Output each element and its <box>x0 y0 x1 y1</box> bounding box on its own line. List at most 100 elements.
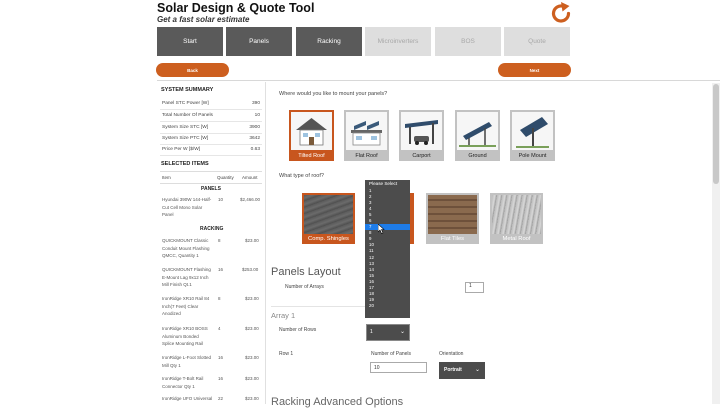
rows-label: Number of Rows <box>279 327 317 333</box>
rows-select[interactable]: 1 ⌄ <box>366 324 410 341</box>
column-header-quantity: Quantity <box>217 175 234 180</box>
ground-mount-icon <box>457 112 498 150</box>
item-quantity: 10 <box>218 197 224 202</box>
panels-count-label: Number of Panels <box>371 351 412 357</box>
roof-option-label: Comp. Shingles <box>308 236 349 242</box>
arrays-input[interactable]: 1 <box>465 282 484 293</box>
item-line: IronRidge XR10 BOSS <box>162 326 208 331</box>
summary-label: Total Number Of Panels <box>162 113 213 118</box>
roof-question: What type of roof? <box>279 173 324 179</box>
tab-microinverters[interactable]: Microinverters <box>365 27 431 56</box>
app-title: Solar Design & Quote Tool <box>157 1 315 15</box>
mount-option-carport[interactable]: Carport <box>399 110 444 161</box>
dropdown-option[interactable]: Please Select <box>365 180 410 188</box>
list-item: Hyundai 390W 144-Half- Cut Cell Mono Sol… <box>162 196 214 219</box>
item-line: QMCC, Quantity 1 <box>162 253 199 259</box>
column-divider <box>265 82 266 404</box>
roof-option-flat-tiles[interactable]: Flat Tiles <box>426 193 479 244</box>
next-button[interactable]: Next <box>498 63 571 77</box>
selected-items-heading: SELECTED ITEMS <box>161 161 209 167</box>
roof-option-comp-shingles[interactable]: Comp. Shingles <box>302 193 355 244</box>
rows-select-value: 1 <box>370 329 373 335</box>
item-quantity: 16 <box>218 355 224 360</box>
item-amount: $253.00 <box>242 267 259 272</box>
back-button[interactable]: Back <box>156 63 229 77</box>
pole-mount-icon <box>512 112 553 150</box>
summary-value: 3900 <box>249 125 260 130</box>
item-line: Splice Mounting Rail <box>162 341 204 347</box>
item-amount: $23.00 <box>245 355 259 360</box>
item-line: Aluminum Bonded <box>162 333 199 339</box>
orientation-value: Portrait <box>444 367 462 373</box>
divider <box>160 171 262 172</box>
summary-label: System Size PTC [W] <box>162 136 209 141</box>
mount-option-tilted-roof[interactable]: Tilted Roof <box>289 110 334 161</box>
mount-option-pole-mount[interactable]: Pole Mount <box>510 110 555 161</box>
group-racking: RACKING <box>200 226 224 232</box>
item-line: Cut Cell Mono Solar <box>162 204 203 210</box>
item-line: Hyundai 390W 144-Half- <box>162 197 212 202</box>
list-item: IronRidge XR10 BOSS Aluminum Bonded Spli… <box>162 325 216 348</box>
summary-label: Panel STC Power [W] <box>162 101 209 106</box>
item-line: Anodized <box>162 311 181 317</box>
mount-option-ground[interactable]: Ground <box>455 110 500 161</box>
divider <box>160 183 262 184</box>
group-panels: PANELS <box>201 186 221 192</box>
mount-option-flat-roof[interactable]: Flat Roof <box>344 110 389 161</box>
mouse-cursor-icon <box>378 224 385 234</box>
array-heading: Array 1 <box>271 311 296 320</box>
scrollbar-thumb[interactable] <box>713 84 719 184</box>
item-line: IronRidge UFO Universal <box>162 396 213 401</box>
roof-option-metal-roof[interactable]: Metal Roof <box>490 193 543 244</box>
item-line: IronRidge XR10 Rail 84 <box>162 296 210 301</box>
item-line: E-Mount Lag 9x12 Inch <box>162 274 209 280</box>
mount-question: Where would you like to mount your panel… <box>279 91 388 97</box>
app-subtitle: Get a fast solar estimate <box>157 15 250 24</box>
tilted-roof-icon <box>291 112 332 150</box>
summary-value: 3642 <box>249 136 260 141</box>
item-amount: $23.00 <box>245 296 259 301</box>
item-line: Conduit Mount Flashing <box>162 245 210 251</box>
orientation-select[interactable]: Portrait ⌄ <box>439 362 485 379</box>
column-header-amount: Amount <box>242 175 258 180</box>
tab-bos[interactable]: BOS <box>435 27 501 56</box>
mount-option-label: Pole Mount <box>518 153 547 159</box>
mount-option-label: Ground <box>468 153 487 159</box>
item-line: Connector Qty 1 <box>162 383 195 389</box>
summary-label: System Size STC [W] <box>162 125 209 130</box>
shingles-icon <box>304 195 353 234</box>
carport-icon <box>401 112 442 150</box>
tab-quote[interactable]: Quote <box>504 27 570 56</box>
column-header-item: Item <box>162 175 171 180</box>
summary-heading: SYSTEM SUMMARY <box>161 87 214 93</box>
metal-roof-icon <box>492 195 541 234</box>
summary-value: 390 <box>251 101 260 106</box>
item-line: IronRidge T-Bolt Rail <box>162 376 204 381</box>
tab-start[interactable]: Start <box>157 27 223 56</box>
refresh-icon[interactable] <box>549 1 573 25</box>
racking-options-heading: Racking Advanced Options <box>271 396 404 408</box>
orientation-label: Orientation <box>439 351 464 357</box>
row-label: Row 1 <box>279 351 294 357</box>
summary-row: Total Number Of Panels 10 <box>160 110 262 122</box>
item-line: Mill Qty 1 <box>162 362 181 368</box>
item-quantity: 8 <box>218 296 221 301</box>
tab-racking[interactable]: Racking <box>296 27 362 56</box>
item-amount: $23.00 <box>245 376 259 381</box>
item-quantity: 4 <box>218 326 221 331</box>
divider <box>271 306 371 307</box>
item-amount: $23.00 <box>245 326 259 331</box>
summary-label: Price Per W [$/W] <box>162 147 201 152</box>
panels-count-input[interactable]: 10 <box>370 362 427 373</box>
item-line: IronRidge L-Foot Slotted <box>162 355 212 360</box>
arrays-label: Number of Arrays <box>285 284 324 290</box>
item-line: Panel <box>162 212 174 218</box>
list-item: QUICKMOUNT Classic Conduit Mount Flashin… <box>162 237 216 260</box>
tab-panels[interactable]: Panels <box>226 27 292 56</box>
item-quantity: 8 <box>218 238 221 243</box>
summary-row: Price Per W [$/W] 0.63 <box>160 144 262 156</box>
rows-dropdown-list[interactable]: Please Select 1 2 3 4 5 6 7 8 9 10 11 12… <box>365 180 410 318</box>
list-item: IronRidge T-Bolt Rail Connector Qty 1 <box>162 375 216 390</box>
dropdown-option[interactable]: 20 <box>365 303 410 309</box>
list-item: IronRidge UFO Universal <box>162 395 218 403</box>
